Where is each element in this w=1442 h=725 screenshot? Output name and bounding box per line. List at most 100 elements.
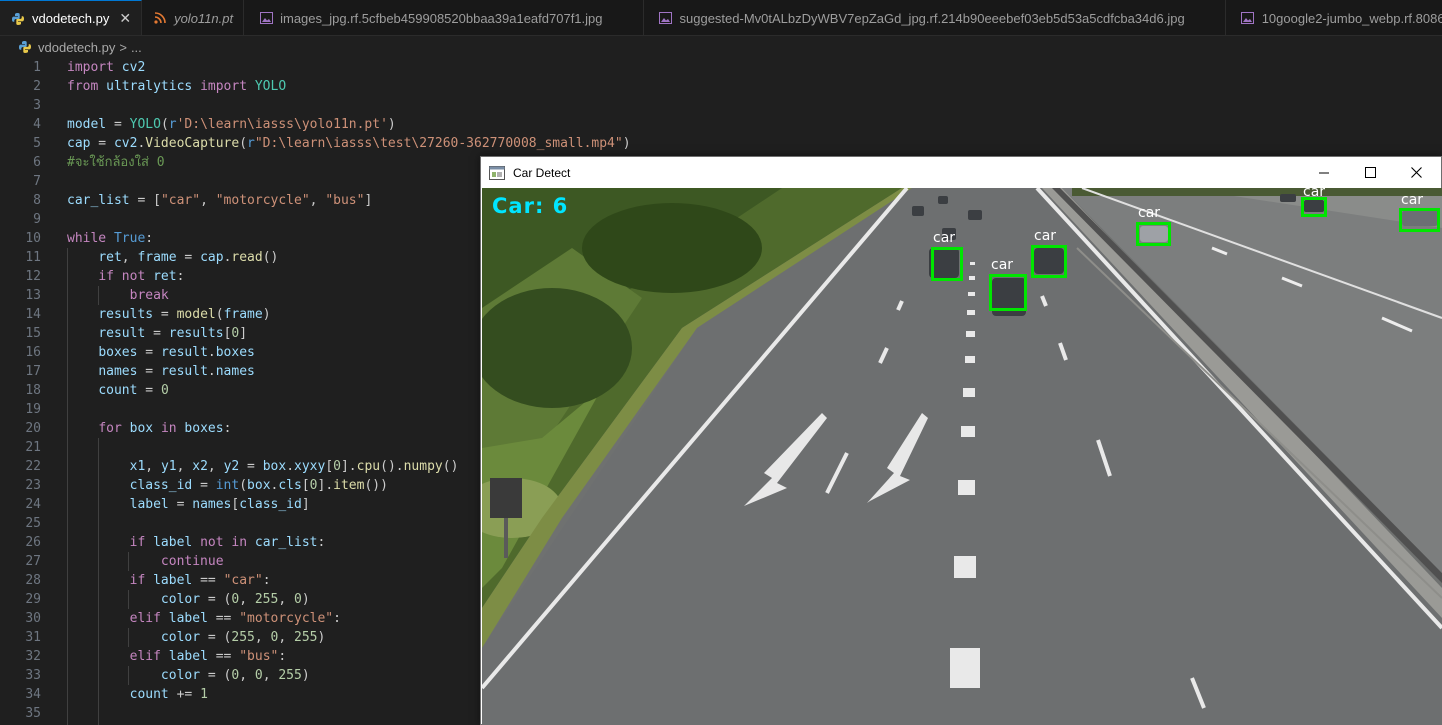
line-number: 24 [25,497,41,512]
code-text: label = names[class_id] [129,497,310,512]
detection-label: car [1401,192,1424,208]
image-file-icon [258,10,274,26]
line-number: 11 [25,250,41,265]
code-text: ret, frame = cap.read() [98,250,279,265]
line-number: 23 [25,478,41,493]
tab-yolo11n-pt[interactable]: yolo11n.pt [142,0,245,35]
line-number: 22 [25,459,41,474]
video-frame: Car: 6 car car car car car car [482,188,1442,725]
line-number: 35 [25,706,41,721]
image-file-icon [1240,10,1256,26]
line-number: 3 [33,98,41,113]
code-text: import cv2 [67,60,146,75]
code-text: color = (0, 0, 255) [160,668,310,683]
code-line[interactable]: 1 import cv2 [0,58,1442,77]
code-text: from ultralytics import YOLO [67,79,287,94]
line-number: 10 [25,231,41,246]
close-icon[interactable]: ✕ [119,10,131,27]
maximize-icon [1364,167,1376,178]
tab-label: 10google2-jumbo_webp.rf.808646c06 [1261,10,1442,26]
code-text: color = (255, 0, 255) [160,630,326,645]
editor-tab-bar: vdodetech.py ✕ yolo11n.pt images_jpg.rf.… [0,0,1442,36]
close-icon [1410,167,1422,178]
rss-file-icon [152,10,168,26]
detection-label: car [991,257,1014,273]
breadcrumb-file[interactable]: vdodetech.py [38,40,115,55]
line-number: 4 [33,117,41,132]
code-text: for box in boxes: [98,421,232,436]
code-text: elif label == "bus": [129,649,287,664]
code-text: car_list = ["car", "motorcycle", "bus"] [67,193,373,208]
code-line[interactable]: 4 model = YOLO(r'D:\learn\iasss\yolo11n.p… [0,115,1442,134]
code-text: count = 0 [98,383,169,398]
line-number: 1 [33,60,41,75]
line-number: 5 [33,136,41,151]
code-text: count += 1 [129,687,208,702]
car-count-overlay: Car: 6 [492,194,569,218]
code-line[interactable]: 3 [0,96,1442,115]
close-button[interactable] [1393,157,1439,188]
code-text: #จะใช้กล้องใส่ 0 [67,155,165,170]
line-number: 21 [25,440,41,455]
line-number: 17 [25,364,41,379]
maximize-button[interactable] [1347,157,1393,188]
breadcrumb-symbol[interactable]: ... [131,40,142,55]
minimize-icon [1319,172,1329,173]
detection-label: car [1303,188,1326,200]
car-detect-window[interactable]: Car Detect Car: 6 car car car car car ca… [480,156,1442,725]
line-number: 13 [25,288,41,303]
detection-box [989,274,1027,311]
line-number: 15 [25,326,41,341]
detection-box [1301,197,1327,217]
tab-label: suggested-Mv0tALbzDyWBV7epZaGd_jpg.rf.21… [679,10,1185,26]
python-file-icon [18,40,32,54]
breadcrumb[interactable]: vdodetech.py > ... [0,36,1442,58]
detection-box [1399,208,1440,232]
tab-image-2[interactable]: suggested-Mv0tALbzDyWBV7epZaGd_jpg.rf.21… [644,0,1226,35]
window-titlebar[interactable]: Car Detect [481,157,1441,188]
line-number: 20 [25,421,41,436]
line-number: 2 [33,79,41,94]
tab-vdodetech-py[interactable]: vdodetech.py ✕ [0,0,143,35]
code-text: cap = cv2.VideoCapture(r"D:\learn\iasss\… [67,136,631,151]
line-number: 28 [25,573,41,588]
line-number: 7 [33,174,41,189]
minimize-button[interactable] [1301,157,1347,188]
detection-box [1136,222,1171,246]
line-number: 8 [33,193,41,208]
line-number: 32 [25,649,41,664]
detection-label: car [1138,205,1161,221]
code-text: class_id = int(box.cls[0].item()) [129,478,388,493]
line-number: 29 [25,592,41,607]
code-line[interactable]: 2 from ultralytics import YOLO [0,77,1442,96]
code-text: if label == "car": [129,573,271,588]
image-file-icon [658,10,674,26]
code-text: boxes = result.boxes [98,345,255,360]
tab-image-3[interactable]: 10google2-jumbo_webp.rf.808646c06 [1226,0,1442,35]
breadcrumb-separator: > [119,39,127,55]
detection-label: car [1034,228,1057,244]
line-number: 27 [25,554,41,569]
code-text: continue [160,554,224,569]
code-text: while True: [67,231,154,246]
code-text: if label not in car_list: [129,535,326,550]
detection-box [1031,245,1067,278]
app-window-icon [489,165,505,180]
line-number: 26 [25,535,41,550]
line-number: 14 [25,307,41,322]
line-number: 12 [25,269,41,284]
code-line[interactable]: 5 cap = cv2.VideoCapture(r"D:\learn\iasss… [0,134,1442,153]
line-number: 25 [25,516,41,531]
tab-label: vdodetech.py [32,11,110,26]
line-number: 6 [33,155,41,170]
code-text: elif label == "motorcycle": [129,611,341,626]
code-text: if not ret: [98,269,185,284]
detection-label: car [933,230,956,246]
window-title: Car Detect [513,165,571,180]
line-number: 18 [25,383,41,398]
tab-image-1[interactable]: images_jpg.rf.5cfbeb459908520bbaa39a1eaf… [244,0,644,35]
line-number: 9 [33,212,41,227]
code-text: color = (0, 255, 0) [160,592,310,607]
line-number: 31 [25,630,41,645]
line-number: 19 [25,402,41,417]
